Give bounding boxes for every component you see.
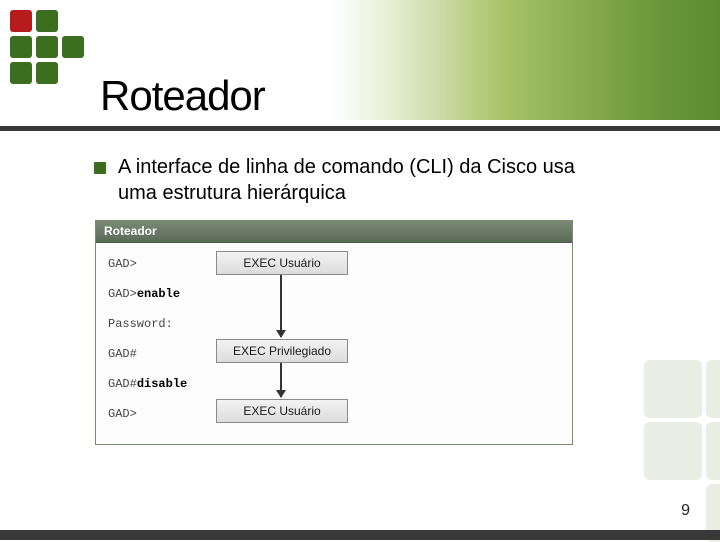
cli-line: GAD#disable: [108, 377, 187, 391]
brand-logo: [10, 10, 86, 86]
arrow-down-icon: [280, 363, 282, 397]
slide-title: Roteador: [100, 72, 265, 120]
cli-line: GAD>: [108, 407, 137, 421]
logo-square-green: [10, 36, 32, 58]
deco-square: [644, 422, 702, 480]
cli-command: enable: [137, 287, 180, 301]
cli-prompt: GAD>: [108, 407, 137, 421]
footer-bar: [0, 530, 720, 540]
cli-command: disable: [137, 377, 187, 391]
logo-square-green: [62, 36, 84, 58]
title-underline: [0, 126, 720, 131]
cli-prompt: GAD#: [108, 347, 137, 361]
deco-square: [706, 360, 720, 418]
diagram-body: GAD> GAD>enable Password: GAD# GAD#disab…: [96, 243, 572, 446]
mode-box-privileged: EXEC Privilegiado: [216, 339, 348, 363]
diagram-header: Roteador: [96, 221, 572, 243]
cli-line: GAD>enable: [108, 287, 180, 301]
cli-line: GAD>: [108, 257, 137, 271]
body-paragraph: A interface de linha de comando (CLI) da…: [118, 155, 598, 206]
slide-title-wrap: Roteador: [100, 72, 265, 120]
mode-box-user: EXEC Usuário: [216, 399, 348, 423]
logo-square-green: [36, 10, 58, 32]
logo-square-green: [10, 62, 32, 84]
deco-square: [706, 422, 720, 480]
cli-prompt: GAD>: [108, 287, 137, 301]
arrow-down-icon: [280, 275, 282, 337]
mode-box-user: EXEC Usuário: [216, 251, 348, 275]
cli-prompt: GAD#: [108, 377, 137, 391]
cli-line: GAD#: [108, 347, 137, 361]
logo-square-green: [36, 62, 58, 84]
body-text-content: A interface de linha de comando (CLI) da…: [118, 156, 575, 204]
cli-prompt: GAD>: [108, 257, 137, 271]
logo-square-red: [10, 10, 32, 32]
cli-prompt: Password:: [108, 317, 173, 331]
cli-line: Password:: [108, 317, 173, 331]
bullet-square-icon: [94, 162, 106, 174]
page-number: 9: [681, 502, 690, 520]
deco-square: [644, 360, 702, 418]
logo-square-green: [36, 36, 58, 58]
header-gradient: [330, 0, 720, 120]
cli-diagram-panel: Roteador GAD> GAD>enable Password: GAD# …: [95, 220, 573, 445]
